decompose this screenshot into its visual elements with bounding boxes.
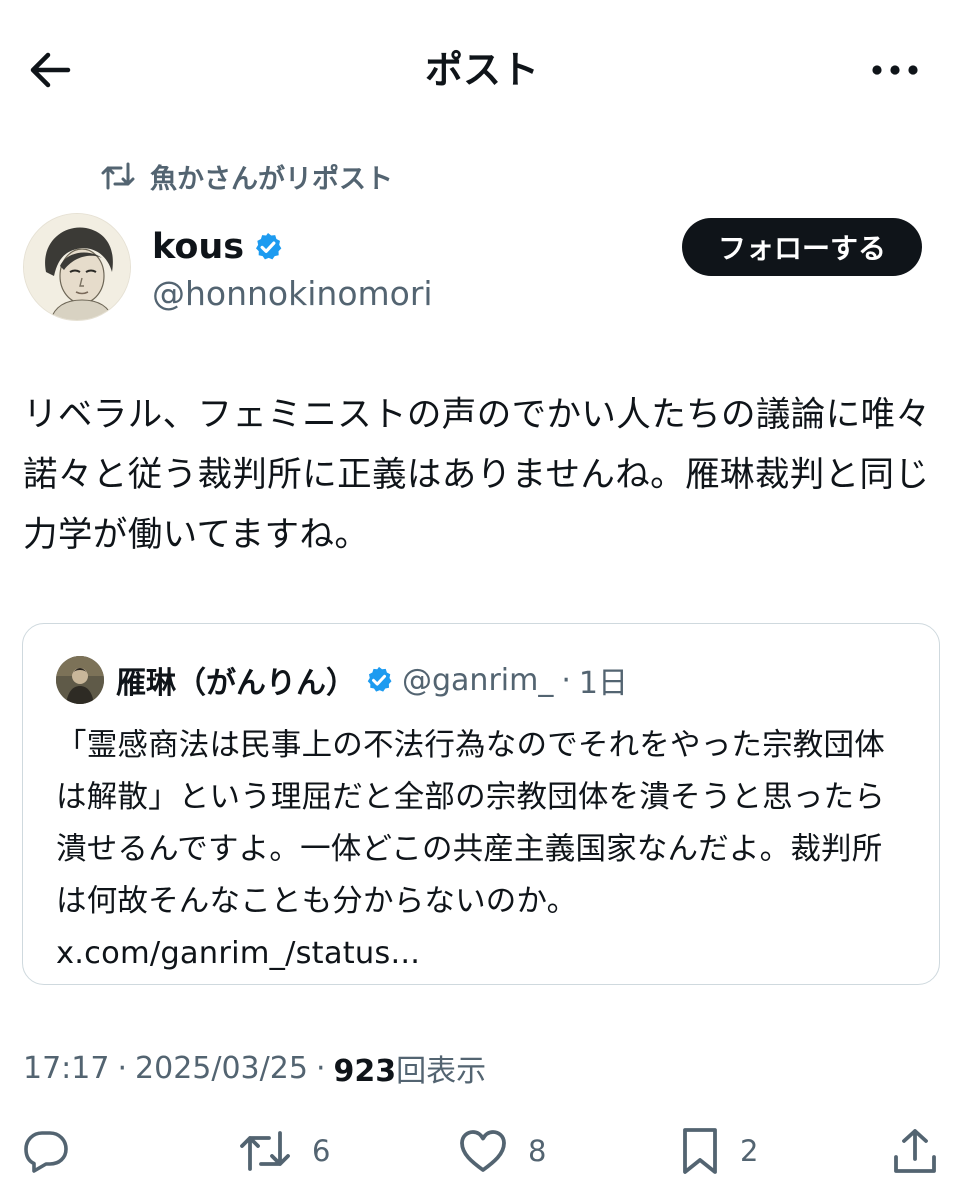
author-name-row: kous — [152, 224, 284, 270]
author-avatar[interactable] — [23, 213, 131, 321]
share-button[interactable] — [892, 1124, 938, 1178]
post-text: リベラル、フェミニストの声のでかい人たちの議論に唯々諾々と従う裁判所に正義はあり… — [23, 395, 931, 555]
like-count: 8 — [528, 1134, 547, 1168]
quote-time[interactable]: 1日 — [579, 658, 628, 702]
quote-author-avatar[interactable] — [56, 656, 104, 704]
avatar-illustration — [24, 214, 130, 320]
quote-link[interactable]: x.com/ganrim_/status... — [56, 936, 420, 971]
views-count[interactable]: 923 — [333, 1054, 396, 1089]
meta-time[interactable]: 17:17 — [23, 1051, 109, 1086]
repost-count: 6 — [312, 1134, 331, 1168]
bookmark-icon — [683, 1128, 717, 1174]
post-meta: 17:17 · 2025/03/25 · 923回表示 — [23, 1045, 486, 1091]
verified-badge-icon — [256, 233, 282, 260]
repost-context-label: 魚かさんがリポスト — [150, 163, 393, 195]
verified-badge-icon — [367, 666, 392, 692]
bookmark-button[interactable]: 2 — [680, 1124, 758, 1178]
repost-context[interactable]: 魚かさんがリポスト — [100, 154, 393, 198]
repost-icon — [240, 1131, 290, 1171]
bookmark-count: 2 — [740, 1134, 759, 1168]
reply-icon — [24, 1131, 68, 1173]
quote-header: 雁琳（がんりん） @ganrim_ · 1日 — [116, 656, 628, 704]
like-button[interactable]: 8 — [458, 1124, 546, 1178]
quote-text: 「霊感商法は民事上の不法行為なのでそれをやった宗教団体は解散」という理屈だと全部… — [56, 720, 901, 980]
more-horizontal-icon — [872, 65, 918, 75]
quote-body-text: 「霊感商法は民事上の不法行為なのでそれをやった宗教団体は解散」という理屈だと全部… — [56, 728, 885, 919]
quote-avatar-photo — [56, 656, 104, 704]
views-label[interactable]: 回表示 — [396, 1054, 486, 1089]
page-title: ポスト — [424, 48, 539, 92]
follow-button[interactable]: フォローする — [682, 218, 922, 276]
quote-author-handle[interactable]: @ganrim_ — [402, 663, 553, 698]
quote-author-name[interactable]: 雁琳（がんりん） — [116, 658, 356, 702]
quote-separator: · — [561, 662, 571, 698]
share-icon — [894, 1129, 936, 1173]
meta-date[interactable]: 2025/03/25 — [135, 1051, 308, 1086]
author-handle[interactable]: @honnokinomori — [152, 272, 433, 316]
meta-separator: · — [117, 1050, 128, 1086]
heart-icon — [460, 1130, 506, 1172]
author-name[interactable]: kous — [152, 224, 244, 270]
meta-separator: · — [315, 1050, 326, 1086]
reply-button[interactable] — [22, 1124, 90, 1178]
more-button[interactable] — [860, 40, 930, 100]
repost-icon — [101, 162, 135, 190]
repost-button[interactable]: 6 — [238, 1124, 330, 1178]
